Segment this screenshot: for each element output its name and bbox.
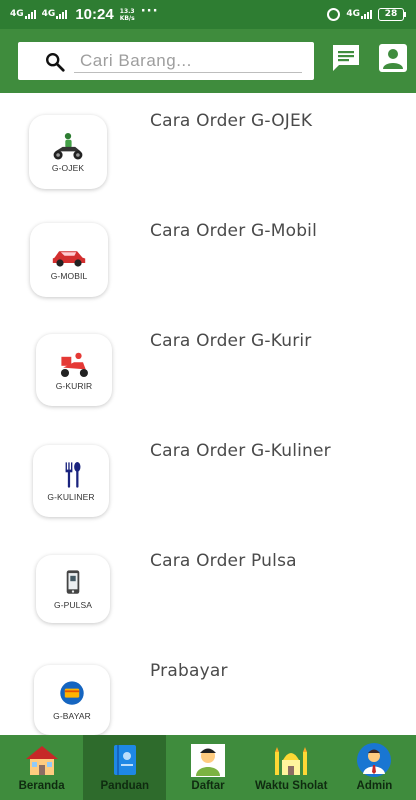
card-label: G-OJEK: [51, 163, 85, 173]
signal-icon: 4G: [346, 10, 372, 19]
network-speed: 13.3 KB/s: [120, 8, 135, 22]
nav-item-beranda[interactable]: Beranda: [0, 735, 83, 800]
nav-label: Admin: [356, 780, 393, 792]
network-type-1: 4G: [10, 9, 24, 19]
guide-book-icon: [113, 745, 136, 775]
service-card[interactable]: G-PULSA: [36, 555, 110, 623]
service-card[interactable]: G-KULINER: [33, 445, 109, 517]
speed-unit: KB/s: [119, 14, 135, 22]
motorbike-icon: [53, 132, 83, 160]
signal-icon: 4G: [10, 10, 36, 19]
list-item-title: Cara Order G-Kuliner: [150, 441, 331, 461]
service-card[interactable]: G-MOBIL: [30, 223, 108, 297]
nav-label: Panduan: [100, 780, 150, 792]
list-item[interactable]: G-KULINER Cara Order G-Kuliner: [0, 437, 416, 547]
guide-list: G-OJEK Cara Order G-OJEK G-MOBIL Cara Or…: [0, 93, 416, 735]
alarm-icon: [327, 8, 341, 21]
nav-label: Daftar: [191, 780, 225, 792]
card-label: G-KULINER: [47, 492, 95, 502]
status-bar: 4G 4G 10:24 13.3 KB/s ··· 4G 28: [0, 0, 416, 29]
list-item[interactable]: G-KURIR Cara Order G-Kurir: [0, 327, 416, 437]
list-item-title: Cara Order Pulsa: [150, 551, 297, 571]
network-type-2: 4G: [41, 9, 56, 19]
nav-item-waktu-sholat[interactable]: Waktu Sholat: [250, 735, 333, 800]
battery-level: 28: [378, 8, 404, 21]
list-item-title: Cara Order G-OJEK: [150, 111, 313, 131]
speed-value: 13.3: [119, 7, 135, 15]
nav-label: Beranda: [18, 780, 65, 792]
status-right: 4G 28: [327, 8, 406, 21]
payment-icon: [60, 681, 84, 705]
card-label: G-BAYAR: [53, 711, 91, 721]
bottom-navigation: Beranda Panduan Daftar Waktu Sholat Admi…: [0, 735, 416, 800]
card-label: G-KURIR: [55, 381, 93, 391]
chat-icon[interactable]: [330, 42, 362, 74]
signal-icon: 4G: [42, 10, 68, 19]
house-icon: [25, 746, 58, 775]
more-notifications-icon: ···: [140, 4, 159, 19]
list-item[interactable]: G-MOBIL Cara Order G-Mobil: [0, 217, 416, 327]
battery-icon: 28: [378, 8, 406, 21]
card-label: G-MOBIL: [50, 271, 88, 281]
fork-spoon-icon: [65, 461, 81, 488]
clock: 10:24: [75, 6, 114, 23]
mosque-icon: [275, 747, 308, 775]
nav-item-daftar[interactable]: Daftar: [166, 735, 249, 800]
app-header: [0, 29, 416, 93]
search-bar[interactable]: [18, 42, 314, 80]
nav-label: Waktu Sholat: [255, 780, 328, 792]
nav-item-panduan[interactable]: Panduan: [83, 735, 167, 800]
search-input[interactable]: [74, 49, 302, 73]
list-item-title: Prabayar: [150, 661, 228, 681]
list-item-title: Cara Order G-Mobil: [150, 221, 318, 241]
status-left: 4G 4G 10:24 13.3 KB/s ···: [10, 4, 159, 23]
service-card[interactable]: G-BAYAR: [34, 665, 110, 735]
register-person-icon: [191, 744, 225, 777]
card-label: G-PULSA: [53, 600, 93, 610]
profile-icon[interactable]: [377, 42, 409, 74]
phone-icon: [66, 570, 80, 594]
admin-avatar-icon: [357, 743, 392, 777]
nav-item-admin[interactable]: Admin: [333, 735, 416, 800]
list-item-title: Cara Order G-Kurir: [150, 331, 312, 351]
delivery-scooter-icon: [60, 352, 88, 378]
car-icon: [52, 251, 86, 267]
service-card[interactable]: G-KURIR: [36, 334, 112, 406]
network-type-right: 4G: [346, 9, 360, 19]
list-item[interactable]: G-BAYAR Prabayar: [0, 657, 416, 735]
service-card[interactable]: G-OJEK: [29, 115, 107, 189]
list-item[interactable]: G-OJEK Cara Order G-OJEK: [0, 107, 416, 217]
list-item[interactable]: G-PULSA Cara Order Pulsa: [0, 547, 416, 657]
search-icon[interactable]: [44, 51, 66, 73]
